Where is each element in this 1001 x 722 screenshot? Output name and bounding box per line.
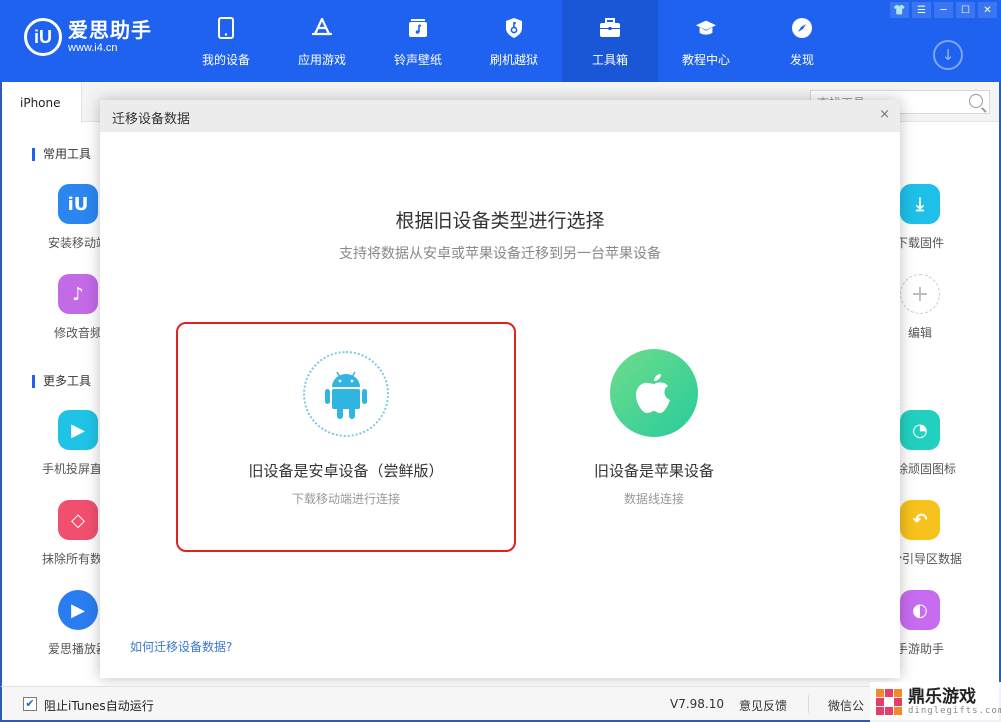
dialog-header: 迁移设备数据 × [100, 100, 900, 132]
option-title: 旧设备是安卓设备（尝鲜版） [248, 462, 444, 480]
block-itunes-label[interactable]: 阻止iTunes自动运行 [44, 697, 154, 714]
option-android-device[interactable]: 旧设备是安卓设备（尝鲜版） 下载移动端进行连接 [176, 322, 516, 552]
app-logo: iU 爱思助手 www.i4.cn [24, 18, 152, 56]
plus-icon: + [900, 274, 940, 314]
key-shield-icon [503, 17, 525, 39]
watermark-logo-icon [876, 689, 902, 715]
dialog-header-title: 迁移设备数据 [112, 112, 191, 127]
graduation-cap-icon [695, 17, 717, 39]
nav-flash-jailbreak[interactable]: 刷机越狱 [466, 0, 562, 82]
window-controls: 👕 ☰ ─ ☐ ✕ [890, 2, 997, 18]
app-store-icon [311, 17, 333, 39]
logo-url: www.i4.cn [68, 42, 118, 54]
game-assistant-icon: ◐ [900, 590, 940, 630]
tab-iphone[interactable]: iPhone [2, 82, 82, 123]
main-nav: 我的设备 应用游戏 铃声壁纸 刷机越狱 工具箱 教程中心 发现 [178, 0, 850, 82]
logo-icon: iU [24, 18, 62, 56]
watermark-url: dinglegifts.com [908, 706, 1001, 716]
music-note-icon [407, 17, 429, 39]
maximize-icon[interactable]: ☐ [956, 2, 975, 18]
nav-toolbox[interactable]: 工具箱 [562, 0, 658, 82]
watermark: 鼎乐游戏 dinglegifts.com [870, 682, 1001, 722]
android-icon [303, 351, 389, 437]
menu-icon[interactable]: ☰ [912, 2, 931, 18]
block-itunes-checkbox[interactable]: ✔ [23, 697, 37, 711]
compass-icon [791, 17, 813, 39]
nav-tutorials[interactable]: 教程中心 [658, 0, 754, 82]
top-bar: iU 爱思助手 www.i4.cn 我的设备 应用游戏 铃声壁纸 刷机越狱 工具… [0, 0, 1001, 82]
toolbox-icon [599, 17, 621, 39]
drive-restore-icon: ↶ [900, 500, 940, 540]
watermark-name: 鼎乐游戏 [908, 687, 976, 707]
option-subtitle: 下载移动端进行连接 [291, 492, 400, 506]
logo-name: 爱思助手 [68, 18, 152, 42]
eraser-icon: ◇ [58, 500, 98, 540]
download-manager-icon[interactable]: ↓ [933, 40, 963, 70]
skin-icon[interactable]: 👕 [890, 2, 909, 18]
screen-cast-icon: ▶ [58, 410, 98, 450]
play-icon: ▶ [58, 590, 98, 630]
section-more-tools: 更多工具 [32, 375, 91, 388]
help-link[interactable]: 如何迁移设备数据? [130, 638, 232, 655]
dialog-subtitle: 支持将数据从安卓或苹果设备迁移到另一台苹果设备 [339, 246, 661, 262]
audio-file-icon: ♪ [58, 274, 98, 314]
option-title: 旧设备是苹果设备 [593, 462, 714, 480]
dialog-title: 根据旧设备类型进行选择 [395, 210, 605, 232]
section-common-tools: 常用工具 [32, 148, 91, 161]
close-icon[interactable]: ✕ [978, 2, 997, 18]
option-apple-device[interactable]: 旧设备是苹果设备 数据线连接 [484, 322, 824, 552]
wechat-link[interactable]: 微信公 [828, 697, 864, 714]
search-icon[interactable] [969, 94, 983, 108]
firmware-download-icon: ⤓ [900, 184, 940, 224]
pie-clock-icon: ◔ [900, 410, 940, 450]
status-bar: ✔ 阻止iTunes自动运行 V7.98.10 意见反馈 微信公 [0, 686, 1001, 722]
nav-apps-games[interactable]: 应用游戏 [274, 0, 370, 82]
minimize-icon[interactable]: ─ [934, 2, 953, 18]
phone-icon [215, 17, 237, 39]
migrate-data-dialog: 迁移设备数据 × 根据旧设备类型进行选择 支持将数据从安卓或苹果设备迁移到另一台… [100, 100, 900, 678]
version-label: V7.98.10 [670, 697, 725, 711]
nav-discover[interactable]: 发现 [754, 0, 850, 82]
apple-icon [610, 349, 698, 437]
divider [808, 695, 809, 713]
option-subtitle: 数据线连接 [623, 492, 684, 506]
nav-my-device[interactable]: 我的设备 [178, 0, 274, 82]
i4-app-icon: iU [58, 184, 98, 224]
close-icon[interactable]: × [879, 107, 890, 122]
nav-ringtones-wallpapers[interactable]: 铃声壁纸 [370, 0, 466, 82]
feedback-link[interactable]: 意见反馈 [739, 697, 787, 714]
